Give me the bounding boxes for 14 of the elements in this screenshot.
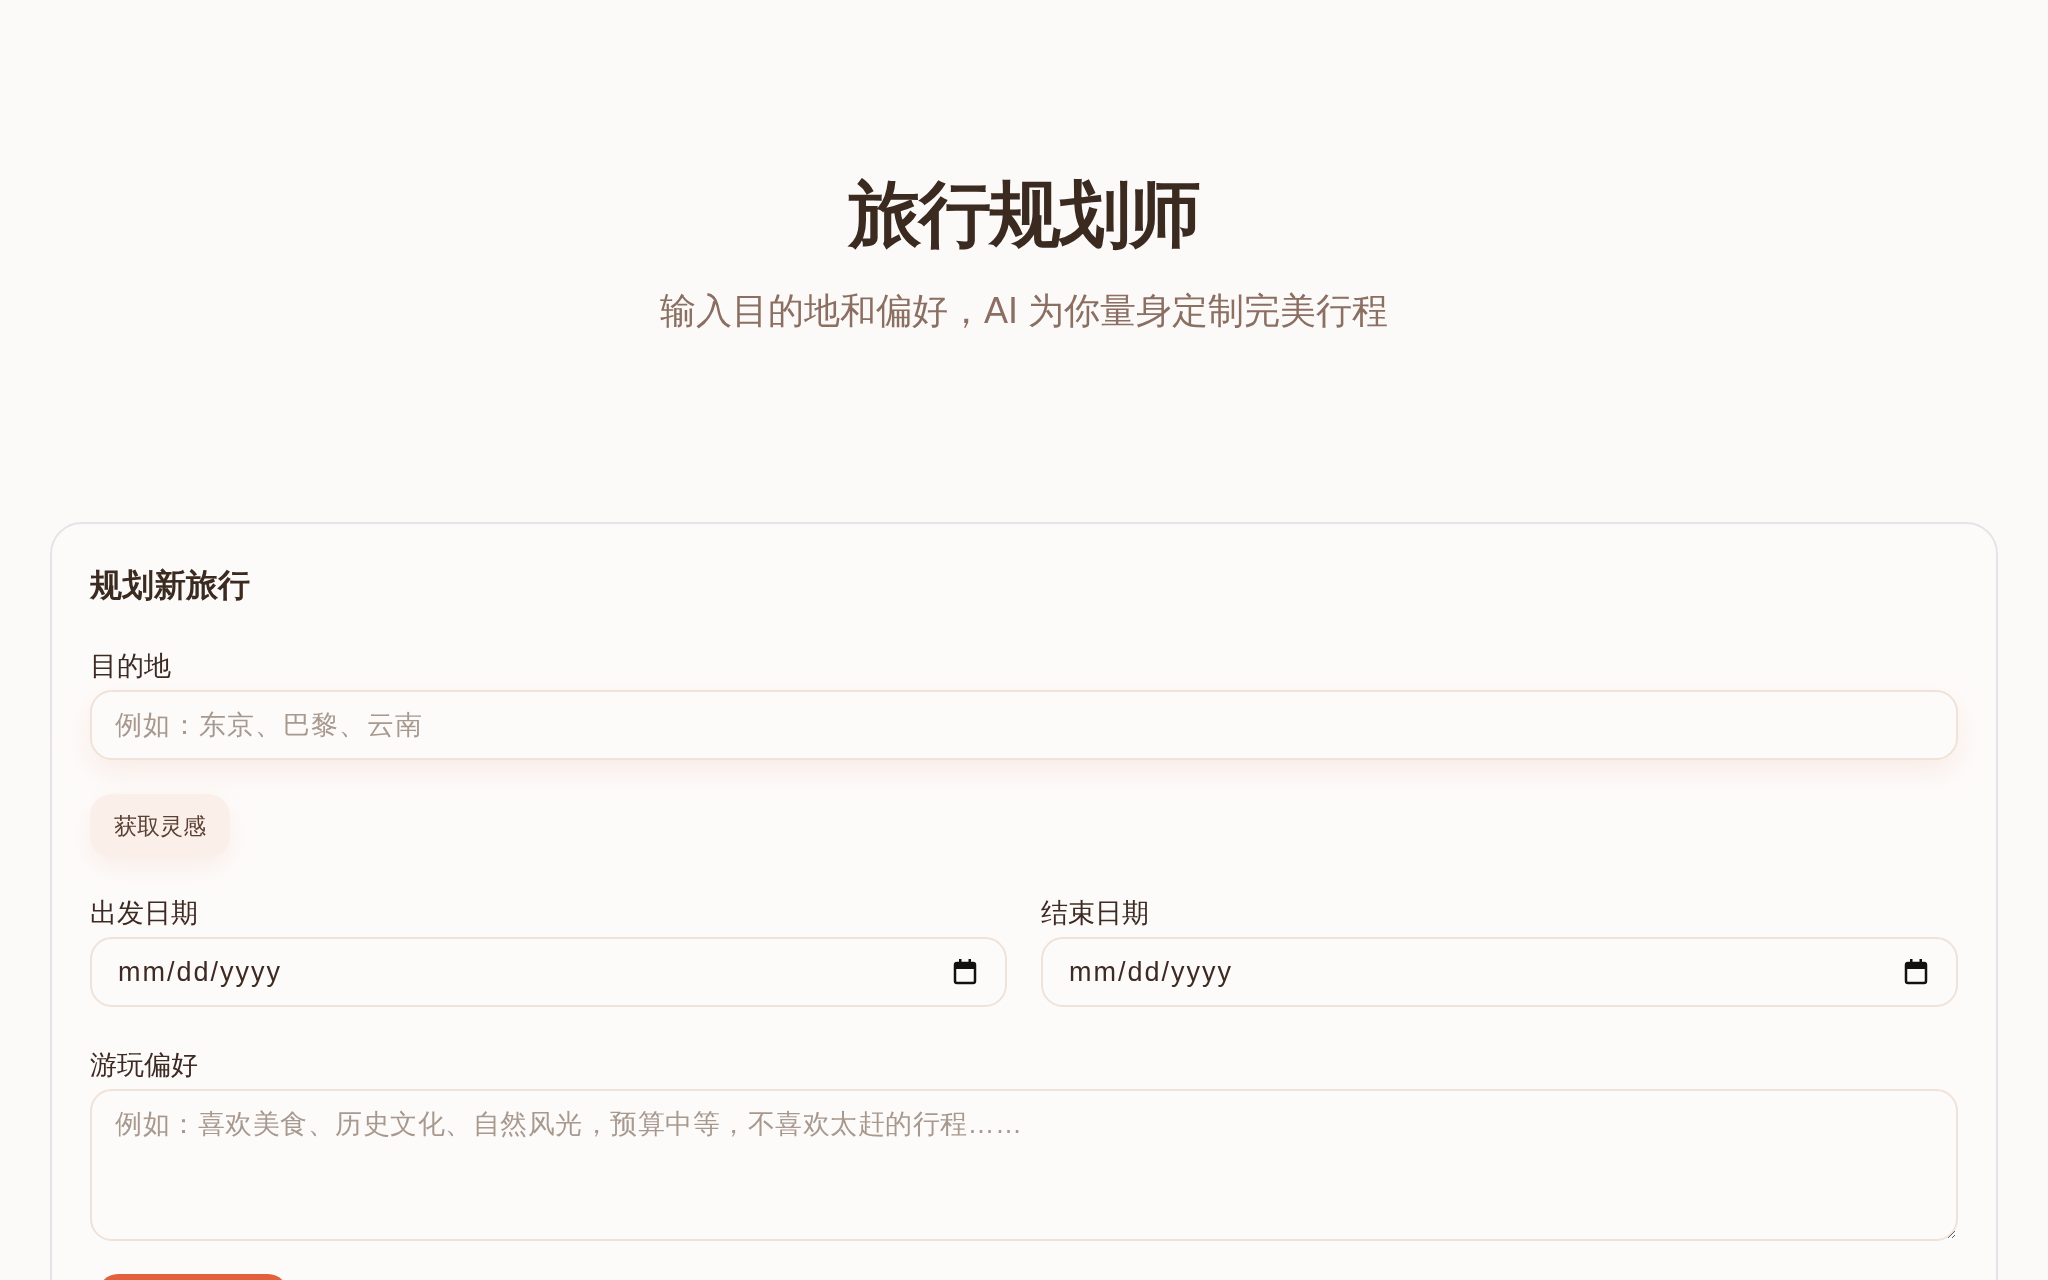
field-label: 出发日期: [90, 897, 198, 930]
page-subtitle: 输入目的地和偏好，AI 为你量身定制完美行程: [660, 289, 1388, 333]
page-title: 旅行规划师: [849, 173, 1199, 256]
calendar-icon[interactable]: [1904, 959, 1928, 985]
textarea-field[interactable]: 例如：喜欢美食、历史文化、自然风光，预算中等，不喜欢太赶的行程……: [90, 1089, 1958, 1241]
date-field[interactable]: mm/dd/yyyy: [1041, 937, 1958, 1007]
inspiration-button[interactable]: 获取灵感: [90, 794, 230, 858]
date-field[interactable]: mm/dd/yyyy: [90, 937, 1007, 1007]
field-label: 结束日期: [1041, 897, 1149, 930]
field-label: 目的地: [90, 650, 171, 683]
field-label: 游玩偏好: [90, 1049, 198, 1082]
input-field[interactable]: 例如：东京、巴黎、云南: [90, 690, 1958, 760]
card-title: 规划新旅行: [90, 566, 250, 605]
calendar-icon[interactable]: [953, 959, 977, 985]
